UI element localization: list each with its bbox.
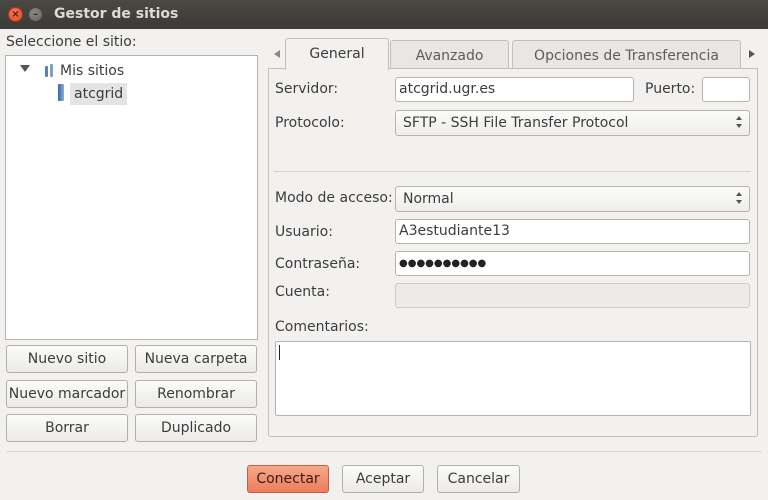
tab-transfer-options[interactable]: Opciones de Transferencia xyxy=(512,40,741,70)
password-label: Contraseña: xyxy=(275,256,361,272)
title-bar: × – Gestor de sitios xyxy=(0,0,768,29)
tab-general[interactable]: General xyxy=(285,38,389,70)
server-icon xyxy=(57,84,65,102)
delete-button[interactable]: Borrar xyxy=(6,414,128,442)
access-mode-label: Modo de acceso: xyxy=(275,190,393,206)
tree-item-site[interactable]: atcgrid xyxy=(70,83,128,105)
text-caret xyxy=(279,345,280,360)
port-label: Puerto: xyxy=(645,81,696,97)
comments-label: Comentarios: xyxy=(275,319,369,335)
protocol-select[interactable]: SFTP - SSH File Transfer Protocol xyxy=(395,110,750,136)
password-input[interactable]: ●●●●●●●●●● xyxy=(395,251,750,276)
select-arrows-icon xyxy=(736,116,743,130)
close-icon: × xyxy=(11,9,20,20)
window-title: Gestor de sitios xyxy=(54,6,179,22)
server-input[interactable]: atcgrid.ugr.es xyxy=(395,77,634,102)
minimize-icon: – xyxy=(33,9,38,20)
account-input[interactable] xyxy=(395,283,750,308)
access-mode-select[interactable]: Normal xyxy=(395,186,750,212)
accept-button[interactable]: Aceptar xyxy=(342,465,424,493)
tab-scroll-right-icon[interactable] xyxy=(749,50,755,58)
cancel-button[interactable]: Cancelar xyxy=(437,465,520,493)
protocol-label: Protocolo: xyxy=(275,115,345,131)
user-label: Usuario: xyxy=(275,224,333,240)
divider xyxy=(274,171,751,172)
user-input[interactable]: A3estudiante13 xyxy=(395,219,750,244)
comments-textarea[interactable] xyxy=(275,341,751,416)
connect-button[interactable]: Conectar xyxy=(247,465,329,493)
rename-button[interactable]: Renombrar xyxy=(135,380,257,408)
port-input[interactable] xyxy=(702,77,750,102)
close-window-button[interactable]: × xyxy=(8,7,23,22)
server-label: Servidor: xyxy=(275,81,339,97)
tree-item-root[interactable]: Mis sitios xyxy=(60,60,124,82)
minimize-window-button[interactable]: – xyxy=(28,7,43,22)
access-mode-value: Normal xyxy=(403,191,454,207)
duplicate-button[interactable]: Duplicado xyxy=(135,414,257,442)
tab-advanced[interactable]: Avanzado xyxy=(390,40,509,70)
folder-icon xyxy=(43,64,57,78)
new-site-button[interactable]: Nuevo sitio xyxy=(6,345,128,373)
new-folder-button[interactable]: Nueva carpeta xyxy=(135,345,257,373)
protocol-value: SFTP - SSH File Transfer Protocol xyxy=(403,115,629,131)
tab-scroll-left-icon[interactable] xyxy=(274,50,280,58)
select-arrows-icon xyxy=(736,192,743,206)
divider xyxy=(6,451,762,452)
site-tree[interactable]: Mis sitios atcgrid xyxy=(5,55,258,340)
account-label: Cuenta: xyxy=(275,284,330,300)
site-selector-label: Seleccione el sitio: xyxy=(6,34,137,50)
expand-arrow-icon[interactable] xyxy=(20,65,30,72)
new-bookmark-button[interactable]: Nuevo marcador xyxy=(6,380,128,408)
